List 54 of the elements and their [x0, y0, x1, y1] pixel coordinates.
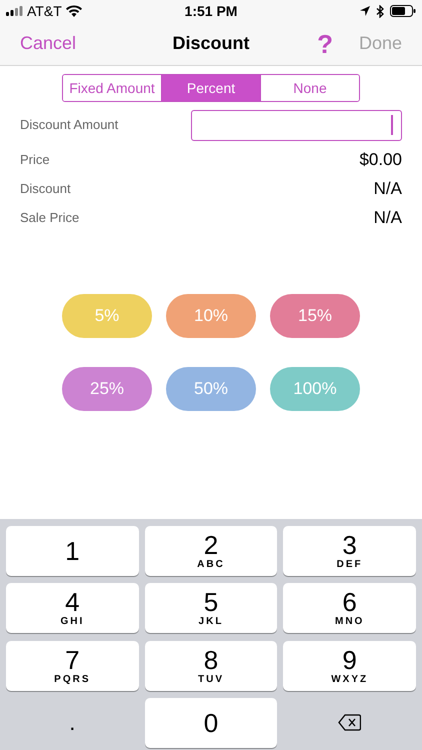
key-letters: JKL: [198, 617, 224, 628]
key-digit: 6: [342, 589, 357, 616]
segment-tab[interactable]: Percent: [161, 75, 260, 101]
row-label: Price: [20, 151, 50, 170]
key-letters: TUV: [198, 674, 224, 684]
keypad-key[interactable]: 2 ABC: [144, 526, 278, 576]
keypad-key[interactable]: 0: [144, 698, 278, 748]
row-value: N/A: [374, 207, 402, 230]
row-value: N/A: [374, 178, 402, 200]
decimal-key[interactable]: .: [6, 698, 139, 748]
key-letters: MNO: [334, 617, 364, 628]
key-digit: 5: [204, 589, 218, 616]
key-digit: 8: [204, 646, 218, 672]
keypad-key[interactable]: 1: [6, 526, 139, 576]
text-cursor: [391, 115, 393, 135]
bluetooth-icon: [376, 4, 384, 18]
discount-amount-field[interactable]: [191, 110, 402, 140]
carrier-name: AT&T: [27, 2, 62, 20]
key-letters: PQRS: [54, 674, 90, 684]
keypad-key[interactable]: 8 TUV: [144, 640, 278, 690]
percent-button[interactable]: 25%: [62, 367, 152, 411]
field-label: Discount Amount: [20, 116, 120, 134]
keypad-key[interactable]: 5 JKL: [144, 583, 278, 634]
signal-icon: [6, 6, 23, 16]
row-value: $0.00: [359, 149, 402, 172]
wifi-icon: [66, 5, 82, 17]
backspace-icon: [338, 714, 362, 732]
keypad-key[interactable]: 4 GHI: [6, 583, 139, 634]
key-letters: DEF: [336, 560, 363, 570]
key-digit: 1: [65, 538, 80, 564]
percent-button[interactable]: 50%: [166, 367, 256, 411]
key-digit: 0: [204, 710, 218, 736]
keypad-key[interactable]: 9 WXYZ: [283, 640, 416, 690]
key-digit: 3: [342, 532, 357, 558]
status-time: 1:51 PM: [184, 2, 238, 20]
keypad-key[interactable]: 6 MNO: [283, 583, 416, 634]
keypad-key[interactable]: 3 DEF: [283, 526, 416, 576]
screen-title: Discount: [172, 32, 250, 55]
key-digit: 7: [65, 646, 80, 672]
key-digit: 4: [65, 589, 80, 616]
cancel-button[interactable]: Cancel: [20, 30, 76, 57]
key-letters: ABC: [197, 560, 225, 570]
help-button[interactable]: ?: [317, 30, 333, 56]
keypad-key[interactable]: 7 PQRS: [6, 640, 139, 690]
key-letters: GHI: [60, 617, 84, 628]
key-digit: 2: [204, 532, 218, 558]
row-label: Sale Price: [20, 209, 80, 228]
percent-button[interactable]: 15%: [270, 294, 360, 338]
key-digit: 9: [342, 646, 357, 672]
row-label: Discount: [20, 180, 71, 198]
segment-tab[interactable]: None: [260, 75, 359, 101]
key-letters: WXYZ: [331, 674, 368, 684]
battery-icon: [390, 5, 416, 17]
location-arrow-icon: [360, 6, 370, 16]
